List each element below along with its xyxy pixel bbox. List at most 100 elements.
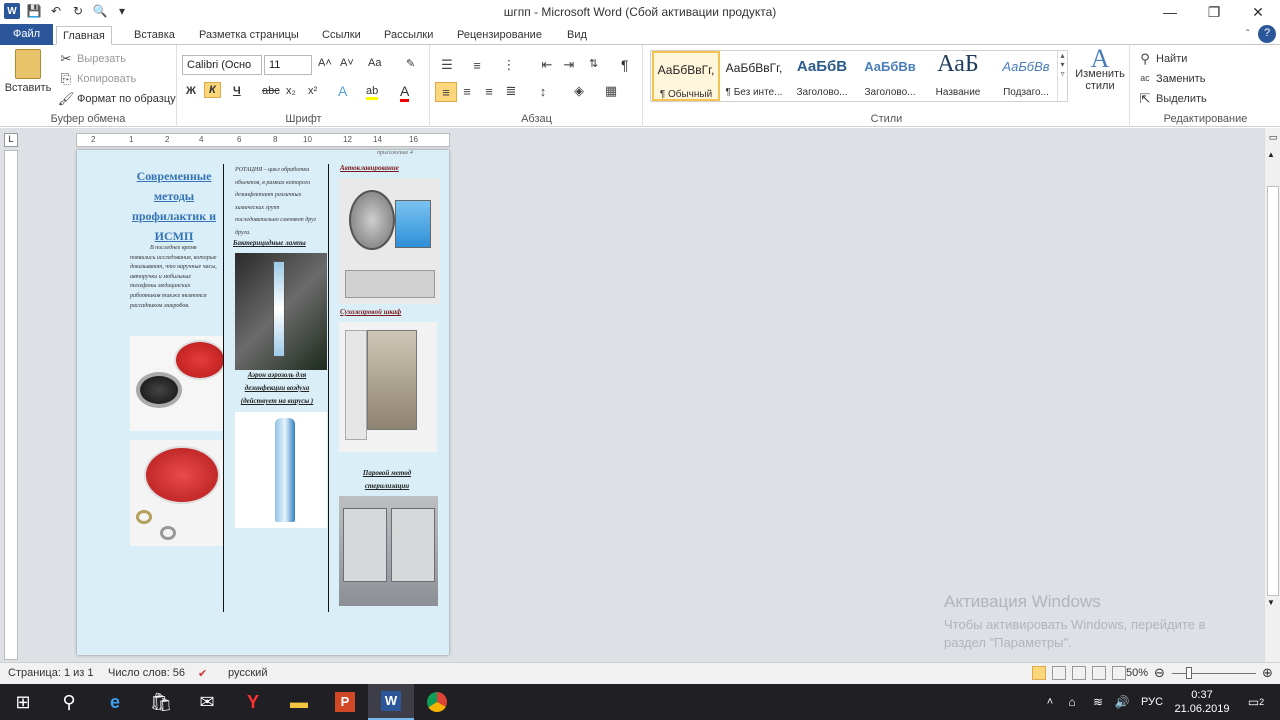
- zoom-slider-thumb[interactable]: [1186, 667, 1192, 679]
- font-color-button[interactable]: A: [400, 83, 410, 102]
- tray-expand-icon[interactable]: ˄: [1040, 684, 1060, 720]
- change-styles-button[interactable]: A Изменить стили: [1074, 46, 1126, 93]
- scroll-up-icon[interactable]: ▲: [1267, 150, 1275, 159]
- sort-button[interactable]: ⇅: [589, 57, 598, 70]
- print-layout-view-icon[interactable]: [1032, 666, 1046, 680]
- style-no-spacing[interactable]: АаБбВвГг, ¶ Без инте...: [720, 51, 788, 101]
- multilevel-list-button[interactable]: ⋮: [501, 57, 517, 73]
- line-spacing-button[interactable]: ↕: [535, 83, 551, 99]
- tab-references[interactable]: Ссылки: [316, 26, 367, 45]
- paragraph-group-label: Абзац: [521, 113, 552, 125]
- mail-button[interactable]: ✉: [184, 684, 230, 720]
- tab-selector[interactable]: L: [4, 133, 18, 147]
- tab-review[interactable]: Рецензирование: [451, 26, 548, 45]
- zoom-in-icon[interactable]: ⊕: [1262, 665, 1273, 681]
- close-button[interactable]: ✕: [1236, 0, 1280, 24]
- watch-petri-photo: [130, 336, 223, 431]
- store-button[interactable]: 🛍: [138, 684, 184, 720]
- collapse-ribbon-icon[interactable]: ˆ: [1240, 26, 1255, 45]
- format-painter-button[interactable]: 🖌 Формат по образцу: [58, 91, 176, 107]
- document-page[interactable]: приложение 4 Современные методы профилак…: [77, 150, 449, 655]
- tab-view[interactable]: Вид: [561, 26, 593, 45]
- italic-button[interactable]: К: [204, 82, 221, 98]
- word-taskbar-button[interactable]: W: [368, 684, 414, 720]
- yandex-button[interactable]: Y: [230, 684, 276, 720]
- explorer-button[interactable]: ▬: [276, 684, 322, 720]
- align-left-button[interactable]: ≡: [435, 82, 457, 102]
- reading-view-icon[interactable]: [1052, 666, 1066, 680]
- draft-view-icon[interactable]: [1112, 666, 1126, 680]
- ruler-tick: 1: [129, 135, 134, 144]
- replace-button[interactable]: ᵃᶜ Заменить: [1137, 71, 1205, 87]
- zoom-slider[interactable]: [1172, 673, 1256, 674]
- numbering-button[interactable]: ≡: [469, 57, 485, 73]
- bold-button[interactable]: Ж: [186, 85, 196, 97]
- strikethrough-button[interactable]: abc: [262, 85, 280, 97]
- ruler-toggle-icon[interactable]: ▭: [1267, 132, 1279, 146]
- font-size-select[interactable]: 11: [264, 55, 312, 75]
- tab-file[interactable]: Файл: [0, 24, 53, 45]
- clear-formatting-button[interactable]: ✎: [406, 57, 415, 70]
- vertical-ruler[interactable]: [4, 150, 18, 660]
- zoom-out-icon[interactable]: ⊖: [1154, 665, 1165, 681]
- text-effects-button[interactable]: A: [338, 83, 347, 99]
- copy-button[interactable]: ⎘ Копировать: [58, 71, 136, 87]
- tab-page-layout[interactable]: Разметка страницы: [193, 26, 305, 45]
- grow-font-button[interactable]: A˄: [318, 57, 332, 69]
- highlight-button[interactable]: ab: [366, 85, 379, 100]
- subscript-button[interactable]: x₂: [286, 85, 296, 97]
- volume-icon[interactable]: 🔊: [1112, 684, 1132, 720]
- web-layout-view-icon[interactable]: [1072, 666, 1086, 680]
- input-language[interactable]: РУС: [1136, 684, 1168, 720]
- style-subtitle[interactable]: АаБбВв Подзаго...: [992, 51, 1060, 101]
- scroll-down-icon[interactable]: ▼: [1267, 598, 1275, 607]
- minimize-button[interactable]: —: [1148, 0, 1192, 24]
- bullets-button[interactable]: ☰: [439, 57, 455, 73]
- style-normal[interactable]: АаБбВвГг, ¶ Обычный: [652, 51, 720, 101]
- zoom-level[interactable]: 50%: [1126, 667, 1148, 679]
- style-heading2[interactable]: АаБбВв Заголово...: [856, 51, 924, 101]
- outline-view-icon[interactable]: [1092, 666, 1106, 680]
- word-count[interactable]: Число слов: 56: [108, 667, 185, 679]
- style-title[interactable]: АаБ Название: [924, 51, 992, 101]
- shrink-font-button[interactable]: A˅: [340, 57, 354, 69]
- help-icon[interactable]: ?: [1258, 25, 1276, 43]
- change-case-button[interactable]: Aa: [368, 57, 381, 69]
- wifi-icon[interactable]: ≋: [1088, 684, 1108, 720]
- font-name-select[interactable]: Calibri (Осно: [182, 55, 262, 75]
- horizontal-ruler[interactable]: 2 1 2 4 6 8 10 12 14 16: [76, 133, 450, 147]
- clock[interactable]: 0:37 21.06.2019: [1172, 684, 1232, 720]
- scroll-thumb[interactable]: [1267, 186, 1279, 596]
- underline-button[interactable]: Ч: [233, 85, 241, 97]
- select-button[interactable]: ⇱ Выделить: [1137, 91, 1207, 107]
- vertical-scrollbar[interactable]: ▭ ▲ ▼: [1264, 128, 1280, 662]
- justify-button[interactable]: ≣: [503, 83, 519, 99]
- styles-scroll[interactable]: ▴ ▾ ▿: [1057, 51, 1067, 101]
- style-heading1[interactable]: АаБбВ Заголово...: [788, 51, 856, 101]
- notification-center-icon[interactable]: ▭ 2: [1236, 684, 1276, 720]
- network-icon[interactable]: ⌂: [1062, 684, 1082, 720]
- page-count[interactable]: Страница: 1 из 1: [8, 667, 94, 679]
- tab-mailings[interactable]: Рассылки: [378, 26, 439, 45]
- find-button[interactable]: ⚲ Найти: [1137, 51, 1187, 67]
- align-right-button[interactable]: ≡: [481, 83, 497, 99]
- chrome-button[interactable]: [414, 684, 460, 720]
- search-button[interactable]: ⚲: [46, 684, 92, 720]
- cut-button[interactable]: ✂ Вырезать: [58, 51, 126, 67]
- proofing-icon[interactable]: ✔: [198, 667, 207, 680]
- superscript-button[interactable]: x²: [308, 85, 317, 97]
- edge-button[interactable]: e: [92, 684, 138, 720]
- powerpoint-button[interactable]: P: [322, 684, 368, 720]
- show-marks-button[interactable]: ¶: [621, 57, 629, 73]
- decrease-indent-button[interactable]: ⇤: [539, 57, 555, 73]
- start-button[interactable]: ⊞: [0, 684, 46, 720]
- tab-home[interactable]: Главная: [56, 26, 112, 45]
- tab-insert[interactable]: Вставка: [128, 26, 181, 45]
- borders-button[interactable]: ▦: [603, 83, 619, 99]
- language-indicator[interactable]: русский: [228, 667, 267, 679]
- maximize-button[interactable]: ❐: [1192, 0, 1236, 24]
- shading-button[interactable]: ◈: [571, 83, 587, 99]
- align-center-button[interactable]: ≡: [459, 83, 475, 99]
- increase-indent-button[interactable]: ⇥: [561, 57, 577, 73]
- paste-button[interactable]: Вставить: [5, 49, 51, 94]
